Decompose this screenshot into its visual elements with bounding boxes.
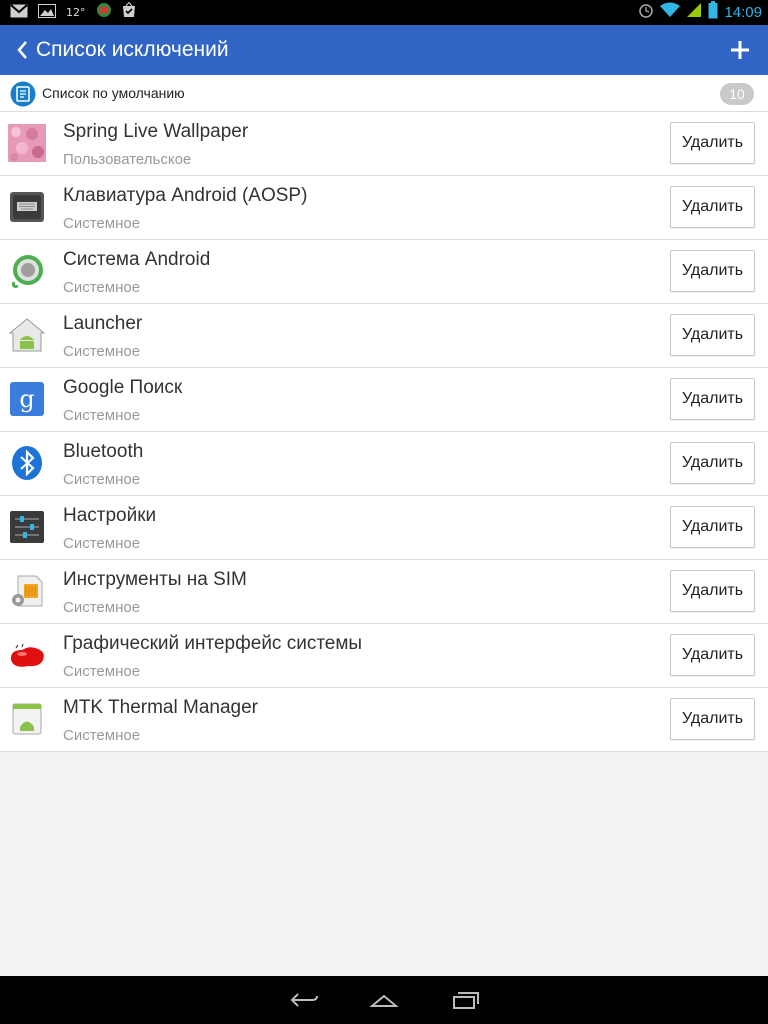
list-item: Система Android Системное Удалить [0, 240, 768, 304]
app-name: Google Поиск [63, 377, 183, 398]
sim-toolkit-icon [12, 575, 43, 607]
delete-button[interactable]: Удалить [670, 314, 755, 356]
delete-button[interactable]: Удалить [670, 442, 755, 484]
app-icon [96, 2, 112, 22]
count-badge: 10 [720, 83, 754, 105]
app-name: Графический интерфейс системы [63, 633, 363, 654]
spring-wallpaper-icon [8, 124, 46, 162]
list-item: Spring Live Wallpaper Пользовательское У… [0, 112, 768, 176]
android-system-icon [12, 255, 43, 288]
app-name: Система Android [63, 249, 211, 270]
list-icon [10, 81, 36, 107]
app-type: Системное [63, 599, 141, 616]
app-name: Bluetooth [63, 441, 144, 462]
system-ui-icon [10, 643, 44, 667]
app-name: Настройки [63, 505, 157, 526]
delete-button[interactable]: Удалить [670, 634, 755, 676]
list-item: Bluetooth Системное Удалить [0, 432, 768, 496]
app-type: Системное [63, 279, 141, 296]
delete-button[interactable]: Удалить [670, 250, 755, 292]
recents-nav-icon[interactable] [450, 988, 480, 1012]
app-name: Клавиатура Android (AOSP) [63, 185, 308, 206]
launcher-icon [8, 318, 46, 352]
app-type: Системное [63, 663, 141, 680]
app-type: Системное [63, 407, 141, 424]
home-nav-icon[interactable] [369, 988, 399, 1012]
alarm-icon [638, 2, 654, 22]
app-name: MTK Thermal Manager [63, 697, 258, 718]
app-name: Launcher [63, 313, 143, 334]
list-item: Launcher Системное Удалить [0, 304, 768, 368]
delete-button[interactable]: Удалить [670, 506, 755, 548]
app-name: Инструменты на SIM [63, 569, 247, 590]
app-type: Системное [63, 471, 141, 488]
gallery-icon [38, 3, 56, 22]
keyboard-icon [10, 192, 44, 222]
plus-icon [731, 41, 749, 59]
gmail-icon [10, 3, 28, 22]
signal-icon [686, 2, 702, 22]
delete-button[interactable]: Удалить [670, 698, 755, 740]
app-type: Системное [63, 727, 141, 744]
add-button[interactable] [726, 36, 754, 64]
list-item: g Google Поиск Системное Удалить [0, 368, 768, 432]
delete-button[interactable]: Удалить [670, 570, 755, 612]
list-item: Настройки Системное Удалить [0, 496, 768, 560]
thermal-manager-icon [12, 703, 42, 735]
battery-icon [708, 1, 718, 23]
list-item: Графический интерфейс системы Системное … [0, 624, 768, 688]
svg-text:g: g [19, 385, 34, 413]
google-search-icon: g [10, 382, 44, 416]
status-bar: 12° 14:09 [0, 0, 768, 25]
back-button[interactable]: Список исключений [0, 25, 229, 75]
navigation-bar [0, 976, 768, 1024]
wifi-icon [660, 2, 681, 22]
list-item: Инструменты на SIM Системное Удалить [0, 560, 768, 624]
temperature-text: 12° [66, 5, 86, 19]
page-title: Список исключений [36, 38, 229, 61]
app-type: Системное [63, 343, 141, 360]
default-list-row[interactable]: Список по умолчанию 10 [0, 75, 768, 112]
app-type: Системное [63, 215, 141, 232]
app-type: Пользовательское [63, 151, 192, 168]
delete-button[interactable]: Удалить [670, 186, 755, 228]
app-name: Spring Live Wallpaper [63, 121, 249, 142]
delete-button[interactable]: Удалить [670, 122, 755, 164]
bluetooth-icon [12, 446, 42, 480]
default-list-label: Список по умолчанию [42, 85, 185, 101]
back-nav-icon[interactable] [290, 988, 320, 1012]
settings-icon [10, 511, 44, 543]
list-item: MTK Thermal Manager Системное Удалить [0, 688, 768, 752]
delete-button[interactable]: Удалить [670, 378, 755, 420]
list-item: Клавиатура Android (AOSP) Системное Удал… [0, 176, 768, 240]
app-list: Spring Live Wallpaper Пользовательское У… [0, 112, 768, 752]
bag-check-icon [122, 1, 136, 22]
chevron-left-icon [17, 41, 27, 59]
app-bar: Список исключений [0, 25, 768, 75]
app-type: Системное [63, 535, 141, 552]
clock-text: 14:09 [724, 3, 762, 21]
